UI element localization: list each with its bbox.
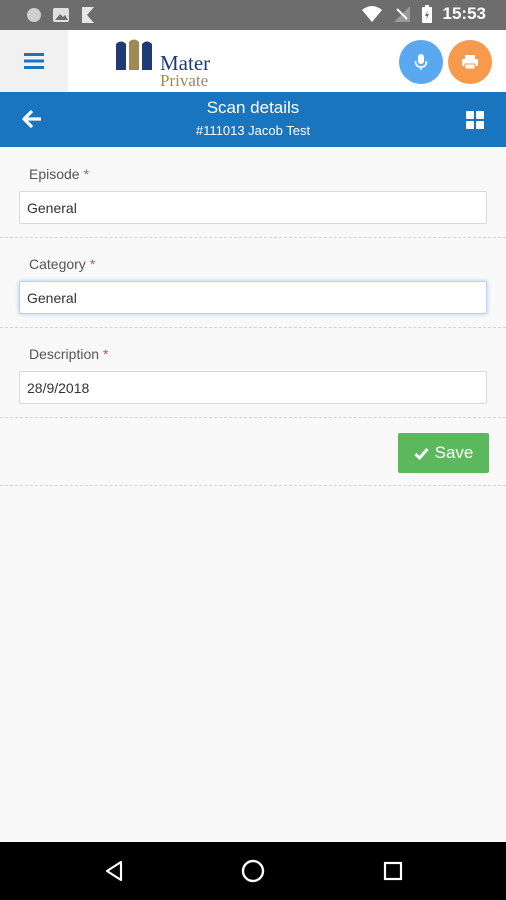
status-bar: 15:53 xyxy=(0,0,506,30)
grid-icon xyxy=(466,111,484,129)
microphone-button[interactable] xyxy=(399,40,443,84)
mater-private-logo: Mater Private xyxy=(114,38,224,90)
episode-label: Episode * xyxy=(29,166,89,182)
category-label: Category * xyxy=(29,256,95,272)
required-mark: * xyxy=(83,166,90,182)
description-label-text: Description xyxy=(29,346,100,362)
logo-columns-icon xyxy=(116,39,152,70)
patient-subtitle: #111013 Jacob Test xyxy=(195,123,311,138)
page-title: Scan details xyxy=(206,98,300,117)
nav-recents-icon[interactable] xyxy=(380,858,406,884)
status-time: 15:53 xyxy=(442,4,486,23)
nav-back-icon[interactable] xyxy=(101,858,127,884)
save-label: Save xyxy=(434,443,474,462)
category-field[interactable]: General xyxy=(19,281,487,314)
description-value: 28/9/2018 xyxy=(27,379,90,396)
episode-field[interactable]: General xyxy=(19,191,487,224)
wifi-icon xyxy=(361,6,382,22)
logo-text-private: Private xyxy=(160,71,209,90)
category-label-text: Category xyxy=(29,256,86,272)
status-system: 15:53 xyxy=(361,4,486,24)
system-nav-bar xyxy=(0,842,506,900)
episode-value: General xyxy=(27,199,77,216)
check-icon xyxy=(414,447,429,460)
category-section: Category * General xyxy=(0,237,506,328)
category-value: General xyxy=(27,289,77,306)
battery-icon xyxy=(421,5,432,23)
description-section: Description * 28/9/2018 xyxy=(0,327,506,418)
grid-view-button[interactable] xyxy=(465,110,485,130)
circle-notification-icon xyxy=(27,8,41,22)
menu-button[interactable] xyxy=(0,30,68,92)
app-notification-icon xyxy=(82,7,94,23)
microphone-icon xyxy=(414,54,428,70)
image-notification-icon xyxy=(53,8,69,22)
app-bar: Mater Private xyxy=(0,30,506,92)
signal-icon xyxy=(393,6,410,22)
required-mark: * xyxy=(103,346,109,362)
episode-section: Episode * General xyxy=(0,147,506,238)
printer-icon xyxy=(462,55,478,70)
hamburger-icon xyxy=(24,53,44,69)
save-button[interactable]: Save xyxy=(398,433,489,473)
episode-label-text: Episode xyxy=(29,166,80,182)
status-notifications xyxy=(26,6,96,24)
print-button[interactable] xyxy=(448,40,492,84)
description-field[interactable]: 28/9/2018 xyxy=(19,371,487,404)
nav-home-icon[interactable] xyxy=(240,858,266,884)
required-mark: * xyxy=(89,256,96,272)
description-label: Description * xyxy=(29,346,108,362)
page-header: Scan details #111013 Jacob Test xyxy=(0,92,506,147)
